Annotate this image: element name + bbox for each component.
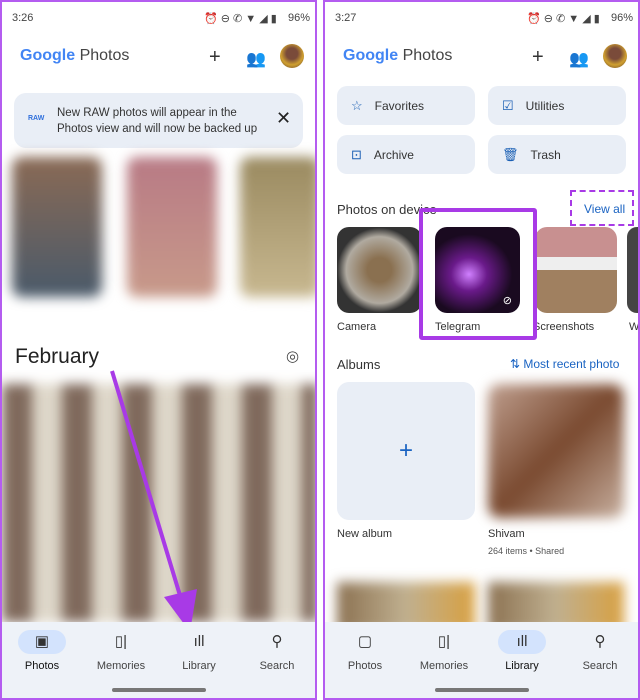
- status-time: 3:27: [335, 12, 357, 24]
- battery-level: 96%: [288, 12, 311, 24]
- plus-icon: +: [398, 437, 413, 464]
- memory-photo[interactable]: [127, 157, 217, 297]
- album-label: New album: [337, 528, 393, 540]
- google-photos-logo: Google Photos: [20, 47, 130, 64]
- library-icon: ıll: [498, 630, 546, 654]
- favorites-button[interactable]: ☆ Favorites: [337, 86, 475, 125]
- memory-photo[interactable]: [12, 157, 102, 297]
- utilities-button[interactable]: ☑ Utilities: [488, 86, 626, 125]
- home-indicator[interactable]: [435, 688, 529, 692]
- folder-label: W: [629, 321, 640, 333]
- avatar[interactable]: [280, 44, 304, 68]
- memories-icon: ▯|: [114, 633, 128, 650]
- nav-photos[interactable]: ▣ Photos: [7, 630, 77, 672]
- nav-photos[interactable]: ▢ Photos: [330, 630, 400, 672]
- sharing-icon[interactable]: 👥: [246, 49, 266, 69]
- search-icon: ⚲: [594, 633, 606, 650]
- status-icons: ⏰ ⊖ ✆ ▼ ◢ ▮: [204, 13, 277, 25]
- battery-level: 96%: [611, 12, 634, 24]
- albums-title: Albums: [337, 357, 381, 372]
- select-check-icon[interactable]: ◎: [286, 347, 299, 365]
- folder-label: Screenshots: [533, 321, 595, 333]
- sort-button[interactable]: ⇅ Most recent photo: [510, 357, 619, 371]
- nav-library[interactable]: ıll Library: [164, 630, 234, 672]
- library-icon: ıll: [193, 633, 205, 650]
- camera-folder-thumb[interactable]: [337, 227, 422, 313]
- raw-banner: RAW New RAW photos will appear in the Ph…: [14, 93, 303, 148]
- album-label: Shivam: [488, 528, 525, 540]
- album-meta: 264 items • Shared: [488, 546, 565, 556]
- utilities-icon: ☑: [502, 97, 514, 113]
- image-icon: ▢: [357, 633, 373, 650]
- trash-icon: 🗑: [502, 146, 519, 162]
- view-all-link[interactable]: View all: [584, 202, 625, 216]
- image-icon: ▣: [18, 630, 66, 654]
- folder-label: Camera: [337, 321, 377, 333]
- nav-memories[interactable]: ▯| Memories: [86, 630, 156, 672]
- new-album-button[interactable]: +: [337, 382, 475, 520]
- banner-text: New RAW photos will appear in the Photos…: [57, 107, 258, 135]
- nav-memories[interactable]: ▯| Memories: [409, 630, 479, 672]
- status-icons: ⏰ ⊖ ✆ ▼ ◢ ▮: [527, 13, 600, 25]
- home-indicator[interactable]: [112, 688, 206, 692]
- raw-icon: RAW: [28, 115, 45, 122]
- star-icon: ☆: [351, 97, 363, 113]
- archive-icon: ⊡: [351, 146, 362, 162]
- shivam-album-thumb[interactable]: [488, 384, 624, 518]
- google-photos-logo: Google Photos: [343, 47, 453, 64]
- add-icon[interactable]: +: [209, 46, 221, 69]
- search-icon: ⚲: [271, 633, 283, 650]
- memory-photo[interactable]: [240, 157, 315, 297]
- memories-icon: ▯|: [437, 633, 451, 650]
- nav-library[interactable]: ıll Library: [487, 630, 557, 672]
- sharing-icon[interactable]: 👥: [569, 49, 589, 69]
- archive-button[interactable]: ⊡ Archive: [337, 135, 475, 174]
- trash-button[interactable]: 🗑 Trash: [488, 135, 626, 174]
- screenshots-folder-thumb[interactable]: [535, 227, 617, 313]
- folder-thumb[interactable]: [627, 227, 638, 313]
- telegram-highlight: [419, 208, 537, 340]
- nav-search[interactable]: ⚲ Search: [242, 630, 312, 672]
- close-icon[interactable]: ✕: [276, 108, 291, 129]
- nav-search[interactable]: ⚲ Search: [565, 630, 635, 672]
- arrow-annotation: [110, 370, 197, 632]
- right-screen: 3:27 ⏰ ⊖ ✆ ▼ ◢ ▮ 96% Google Photos + 👥 ☆…: [323, 0, 640, 700]
- sort-icon: ⇅: [510, 357, 524, 371]
- status-time: 3:26: [12, 12, 34, 24]
- section-title: February: [15, 345, 100, 368]
- left-screen: 3:26 ⏰ ⊖ ✆ ▼ ◢ ▮ 96% Google Photos + 👥 R…: [0, 0, 317, 700]
- add-icon[interactable]: +: [532, 46, 544, 69]
- avatar[interactable]: [603, 44, 627, 68]
